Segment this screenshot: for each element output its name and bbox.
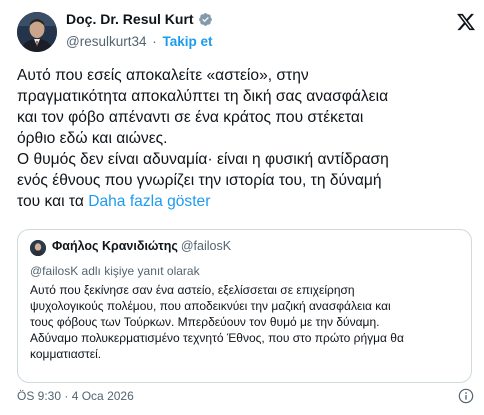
tweet-date: 4 Oca 2026 [71, 389, 134, 403]
info-icon[interactable] [458, 388, 474, 404]
reply-context: @failosK adlı kişiye yanıt olarak [30, 264, 200, 278]
tweet-line: πραγματικότητα αποκαλύπτει τη δική σας α… [17, 88, 389, 105]
quoted-author-name[interactable]: Φαήλος Κρανιδιώτης [52, 239, 178, 253]
separator-dot: · [152, 34, 157, 49]
tweet-line: Ο θυμός δεν είναι αδυναμία· είναι η φυσι… [17, 151, 389, 168]
quoted-line: Αδύναμο πολυκερματισμένο τεχνητό Έθνος, … [30, 331, 404, 345]
quoted-author-handle[interactable]: @failosK [181, 239, 231, 253]
separator-dot: · [64, 389, 69, 403]
follow-button[interactable]: Takip et [163, 34, 213, 49]
tweet-line: όρθιο εδώ και αιώνες. [17, 130, 168, 147]
x-logo-icon[interactable] [456, 12, 476, 32]
author-handle-row: @resulkurt34 · Takip et [66, 34, 213, 49]
tweet-time: ÖS 9:30 [17, 389, 62, 403]
quoted-line: κομματιαστεί. [30, 347, 102, 361]
quoted-author-avatar[interactable] [30, 240, 46, 256]
quoted-line: τους φόβους των Τούρκων. Μπερδεύουν τον … [30, 315, 380, 329]
quoted-line: Αυτό που ξεκίνησε σαν ένα αστείο, εξελίσ… [30, 283, 355, 297]
show-more-link[interactable]: Daha fazla göster [88, 193, 210, 210]
tweet-line: και τον φόβο απέναντι σε ένα κράτος που … [17, 109, 364, 126]
tweet-timestamp[interactable]: ÖS 9:30 · 4 Oca 2026 [17, 389, 134, 403]
verified-badge-icon [198, 12, 213, 27]
author-handle[interactable]: @resulkurt34 [66, 34, 147, 49]
tweet-text: Αυτό που εσείς αποκαλείτε «αστείο», στην… [17, 65, 477, 212]
tweet-line-last: του και τα Daha fazla göster [17, 191, 477, 212]
author-avatar[interactable] [17, 12, 57, 52]
author-name[interactable]: Doç. Dr. Resul Kurt [66, 11, 194, 27]
tweet-card: Doç. Dr. Resul Kurt @resulkurt34 · Takip… [0, 0, 484, 415]
quoted-tweet[interactable]: Φαήλος Κρανιδιώτης @failosK @failosK adlı… [17, 229, 472, 383]
quoted-text: Αυτό που ξεκίνησε σαν ένα αστείο, εξελίσ… [30, 282, 462, 362]
tweet-line-text: του και τα [17, 193, 84, 210]
tweet-line: Αυτό που εσείς αποκαλείτε «αστείο», στην [17, 67, 309, 84]
tweet-line: ενός έθνους που γνωρίζει την ιστορία του… [17, 172, 382, 189]
author-name-row: Doç. Dr. Resul Kurt [66, 11, 213, 27]
quoted-line: ψυχολογικούς πολέμου, που αποδεικνύει τη… [30, 299, 391, 313]
quoted-author-row: Φαήλος Κρανιδιώτης @failosK [52, 239, 231, 253]
